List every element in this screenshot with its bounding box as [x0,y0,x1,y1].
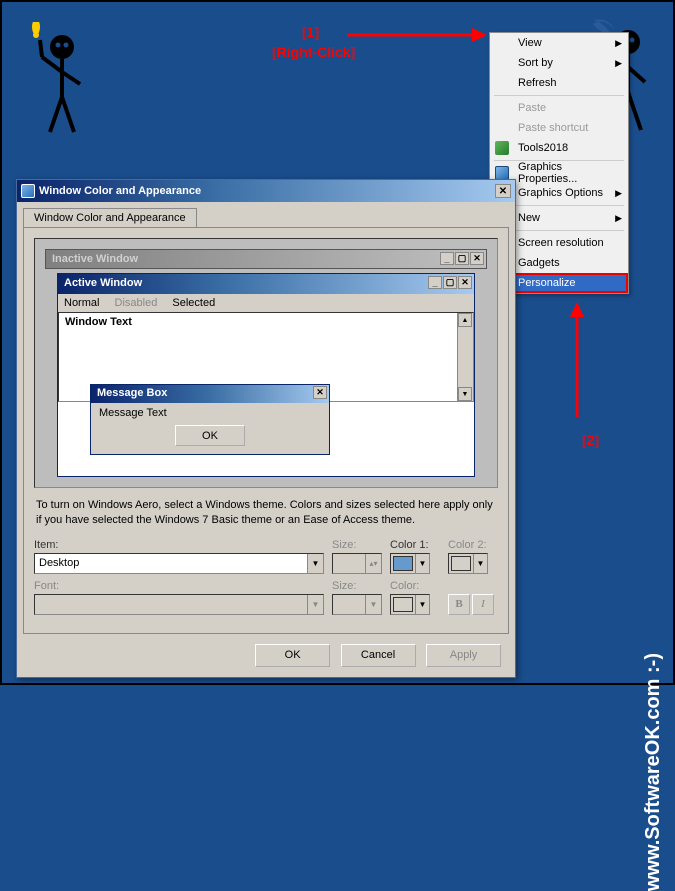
menu-paste-shortcut: Paste shortcut [490,118,628,138]
preview-inactive-window: Inactive Window _▢✕ [45,249,487,269]
msg-ok-button[interactable]: OK [175,425,245,446]
min-icon: _ [440,252,454,265]
chevron-down-icon: ▼ [473,554,487,573]
menu-sort-label: Sort by [518,57,553,69]
menu-gadgets-label: Gadgets [518,257,560,269]
titlebar[interactable]: Window Color and Appearance ✕ [17,180,515,202]
color1-picker[interactable]: ▼ [390,553,430,574]
watermark: www.SoftwareOK.com :-) [642,653,665,891]
menu-disabled: Disabled [115,297,158,309]
font-label: Font: [34,580,324,592]
color-swatch-icon [451,556,471,571]
active-title: Active Window [64,277,142,289]
menu-paste-label: Paste [518,102,546,114]
menu-view-label: View [518,37,542,49]
window-text: Window Text [65,316,132,328]
menu-tools-label: Tools2018 [518,142,568,154]
menu-normal: Normal [64,297,99,309]
apply-button: Apply [426,644,501,667]
color2-label: Color 2: [448,539,498,551]
menu-personalize-label: Personalize [518,277,575,289]
annotation-1: [1] [302,24,319,40]
button-bar: OK Cancel Apply [17,634,515,677]
menu-gfx-props-label: Graphics Properties... [518,161,620,185]
chevron-right-icon: ▶ [615,38,622,49]
preview-area: Inactive Window _▢✕ Active Window _▢✕ No… [34,238,498,488]
color-swatch-icon [393,597,413,612]
window-color-appearance: Window Color and Appearance ✕ Window Col… [16,179,516,678]
size-spinner: ▴▾ [332,553,382,574]
font-color-picker: ▼ [390,594,430,615]
chevron-right-icon: ▶ [615,188,622,199]
close-icon: ✕ [458,276,472,289]
tab-appearance[interactable]: Window Color and Appearance [23,208,197,227]
chevron-down-icon: ▼ [365,595,381,614]
menu-gfx-opts-label: Graphics Options [518,187,603,199]
spinner-icon: ▴▾ [365,554,381,573]
graphics-icon [495,166,509,180]
color-swatch-icon [393,556,413,571]
app-icon [21,184,35,198]
chevron-down-icon: ▼ [415,595,429,614]
menu-sort[interactable]: Sort by ▶ [490,53,628,73]
tools-icon [495,141,509,155]
font-size-select: ▼ [332,594,382,615]
menu-tools[interactable]: Tools2018 [490,138,628,158]
ok-button[interactable]: OK [255,644,330,667]
menu-refresh-label: Refresh [518,77,557,89]
menu-paste: Paste [490,98,628,118]
annotation-2: [2] [582,432,599,448]
italic-toggle: I [472,594,494,615]
item-select-value: Desktop [39,557,79,569]
inactive-title: Inactive Window [46,250,486,268]
color-label: Color: [390,580,440,592]
min-icon: _ [428,276,442,289]
size-label: Size: [332,539,382,551]
item-label: Item: [34,539,324,551]
preview-message-box: Message Box ✕ Message Text OK [90,384,330,455]
menu-refresh[interactable]: Refresh [490,73,628,93]
chevron-right-icon: ▶ [615,58,622,69]
chevron-down-icon: ▼ [307,554,323,573]
color2-picker: ▼ [448,553,488,574]
scrollbar[interactable]: ▲ ▼ [457,313,473,401]
cancel-button[interactable]: Cancel [341,644,416,667]
close-icon: ✕ [470,252,484,265]
msg-text: Message Text [99,407,167,419]
menu-separator [494,95,624,96]
tab-strip: Window Color and Appearance [17,202,515,227]
scroll-down-icon[interactable]: ▼ [458,387,472,401]
stick-figure-left [22,22,102,142]
window-title: Window Color and Appearance [39,185,201,197]
chevron-down-icon: ▼ [415,554,429,573]
size2-label: Size: [332,580,382,592]
max-icon: ▢ [443,276,457,289]
chevron-down-icon: ▼ [307,595,323,614]
chevron-right-icon: ▶ [615,213,622,224]
menu-screen-res-label: Screen resolution [518,237,604,249]
scroll-up-icon[interactable]: ▲ [458,313,472,327]
menu-paste-shortcut-label: Paste shortcut [518,122,588,134]
color1-label: Color 1: [390,539,440,551]
arrow-1 [342,20,492,50]
tab-body: Inactive Window _▢✕ Active Window _▢✕ No… [23,227,509,634]
preview-menu: Normal Disabled Selected [58,294,474,312]
item-select[interactable]: Desktop ▼ [34,553,324,574]
max-icon: ▢ [455,252,469,265]
menu-selected: Selected [172,297,215,309]
msg-title: Message Box [97,387,167,399]
font-select: ▼ [34,594,324,615]
info-text: To turn on Windows Aero, select a Window… [36,498,496,529]
menu-view[interactable]: View ▶ [490,33,628,53]
close-icon: ✕ [313,386,327,399]
close-button[interactable]: ✕ [495,184,511,198]
arrow-2 [562,302,592,422]
menu-new-label: New [518,212,540,224]
bold-toggle: B [448,594,470,615]
